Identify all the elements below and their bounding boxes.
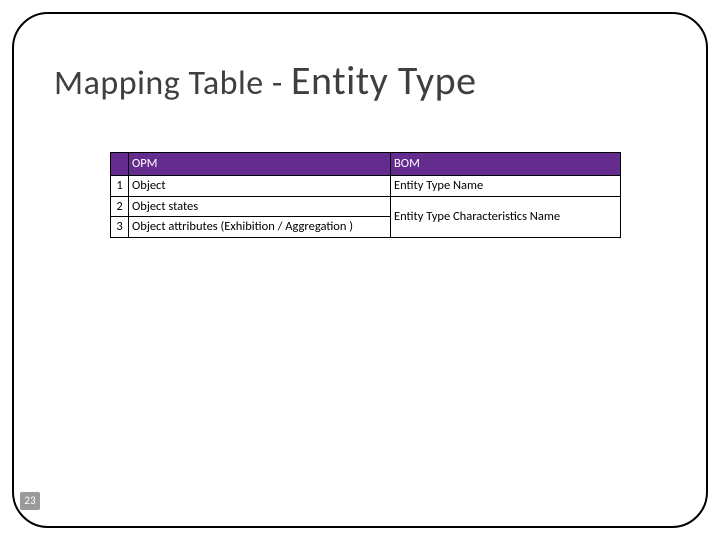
mapping-table-container: OPM BOM 1 Object Entity Type Name 2 Obje… [110, 152, 620, 238]
slide-title: Mapping Table - Entity Type [54, 56, 477, 105]
header-blank [111, 153, 129, 176]
title-prefix: Mapping Table - [54, 63, 291, 104]
table-row: 1 Object Entity Type Name [111, 176, 621, 197]
cell-bom-merged: Entity Type Characteristics Name [391, 196, 621, 237]
table-header-row: OPM BOM [111, 153, 621, 176]
table-row: 2 Object states Entity Type Characterist… [111, 196, 621, 217]
cell-opm: Object [129, 176, 391, 197]
header-opm: OPM [129, 153, 391, 176]
cell-opm: Object attributes (Exhibition / Aggregat… [129, 217, 391, 238]
row-number: 2 [111, 196, 129, 217]
cell-bom: Entity Type Name [391, 176, 621, 197]
title-emphasis: Entity Type [291, 56, 477, 105]
header-bom: BOM [391, 153, 621, 176]
page-number-badge: 23 [20, 492, 40, 510]
mapping-table: OPM BOM 1 Object Entity Type Name 2 Obje… [110, 152, 621, 238]
row-number: 1 [111, 176, 129, 197]
row-number: 3 [111, 217, 129, 238]
cell-opm: Object states [129, 196, 391, 217]
